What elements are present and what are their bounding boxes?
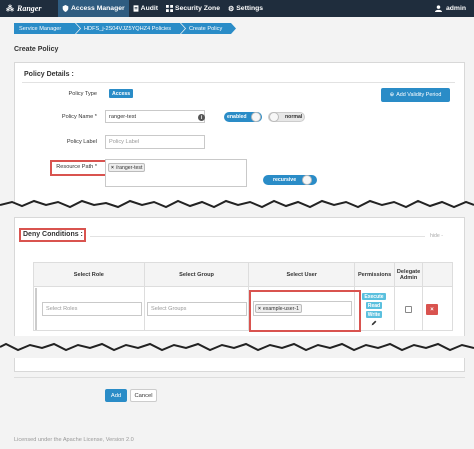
row-drag-handle[interactable] [35,288,37,330]
policy-details-heading: Policy Details : [24,71,74,78]
pencil-icon[interactable] [371,320,377,326]
ranger-logo[interactable]: ⁂ Ranger [0,4,58,13]
enabled-toggle-label: enabled [227,114,247,120]
breadcrumb-label: Service Manager [19,25,62,32]
column-header: Delegate Admin [394,262,424,287]
delete-row-button[interactable]: × [426,304,438,315]
nav-security-zone[interactable]: Security Zone [162,0,224,17]
zone-icon [166,5,174,12]
user-menu[interactable]: admin [434,5,474,12]
breadcrumb-label: HDFS_j-2S04VJZ5YQHZ4 Policies [84,25,172,32]
select-roles-input[interactable]: Select Roles [42,302,142,316]
policy-type-label: Policy Type [68,91,97,97]
user-tag-label: example-user-1 [262,305,299,312]
remove-tag-icon[interactable]: × [258,306,261,312]
deny-conditions-table: Select Role Select Group Select User Per… [33,262,453,331]
torn-edge-divider [0,199,474,217]
divider [90,236,425,237]
nav-audit[interactable]: Audit [129,0,162,17]
nav-access-manager-label: Access Manager [71,5,125,12]
toggle-knob [269,112,279,122]
permission-read[interactable]: Read [366,302,382,309]
column-header: Select Group [143,262,250,287]
license-footer[interactable]: Licensed under the Apache License, Versi… [14,437,134,443]
permission-execute[interactable]: Execute [362,293,386,300]
enabled-toggle[interactable]: enabled [224,112,262,122]
resource-path-tag-label: /ranger-test [115,164,143,171]
divider [22,82,455,83]
select-roles-placeholder: Select Roles [46,306,78,312]
shield-icon [62,5,69,12]
top-navbar: ⁂ Ranger Access Manager Audit Security Z… [0,0,474,17]
recursive-toggle-label: recursive [273,177,297,183]
brand-name: Ranger [17,4,42,13]
breadcrumb-create-policy[interactable]: Create Policy [181,23,236,34]
nav-audit-label: Audit [140,5,159,12]
select-groups-placeholder: Select Groups [151,306,187,312]
user-tag[interactable]: × example-user-1 [255,304,302,313]
user-name: admin [445,5,466,12]
deny-conditions-heading: Deny Conditions : [23,231,83,238]
nav-settings[interactable]: ⚙ Settings [224,0,267,17]
resource-path-label: Resource Path * [56,164,97,170]
add-validity-period-label: Add Validity Period [396,92,442,98]
breadcrumb-service-manager[interactable]: Service Manager [14,23,80,34]
toggle-knob [302,175,313,185]
ranger-logo-icon: ⁂ [6,4,14,13]
select-groups-input[interactable]: Select Groups [147,302,247,316]
column-header: Select Role [33,262,145,287]
breadcrumb: Service Manager HDFS_j-2S04VJZ5YQHZ4 Pol… [0,23,474,35]
torn-edge-divider [0,336,474,352]
policy-label-placeholder: Policy Label [109,139,140,145]
policy-name-label: Policy Name * [61,114,97,120]
add-button[interactable]: Add [105,389,127,402]
page-title: Create Policy [14,46,59,53]
help-icon[interactable]: i [198,114,205,121]
user-icon [434,5,442,12]
toggle-knob [250,112,261,122]
column-header: Select User [248,262,356,287]
permission-write[interactable]: Write [366,311,382,318]
nav-access-manager[interactable]: Access Manager [58,0,129,17]
hide-link[interactable]: hide - [430,233,443,239]
column-header: Permissions [354,262,396,287]
divider [14,377,465,378]
remove-tag-icon[interactable]: × [111,165,114,171]
plus-circle-icon: ⊕ [389,92,395,98]
column-header [422,262,453,287]
cancel-button[interactable]: Cancel [130,389,157,402]
breadcrumb-policies[interactable]: HDFS_j-2S04VJZ5YQHZ4 Policies [76,23,185,34]
nav-settings-label: Settings [236,5,264,12]
normal-toggle[interactable]: normal [268,112,305,122]
nav-security-zone-label: Security Zone [175,5,220,12]
breadcrumb-label: Create Policy [189,25,223,32]
resource-path-tag[interactable]: × /ranger-test [108,163,146,172]
deny-conditions-panel-bottom [14,358,465,372]
file-icon [133,5,139,12]
policy-name-value: ranger-test [109,113,137,120]
policy-label-label: Policy Label [66,139,97,145]
delegate-admin-checkbox[interactable] [405,306,412,313]
normal-toggle-label: normal [285,114,303,120]
policy-name-input[interactable]: ranger-test [105,110,205,123]
policy-type-badge: Access [109,89,134,98]
recursive-toggle[interactable]: recursive [263,175,317,185]
gear-icon: ⚙ [227,5,235,13]
policy-label-input[interactable]: Policy Label [105,135,205,149]
add-validity-period-button[interactable]: ⊕ Add Validity Period [381,88,450,102]
